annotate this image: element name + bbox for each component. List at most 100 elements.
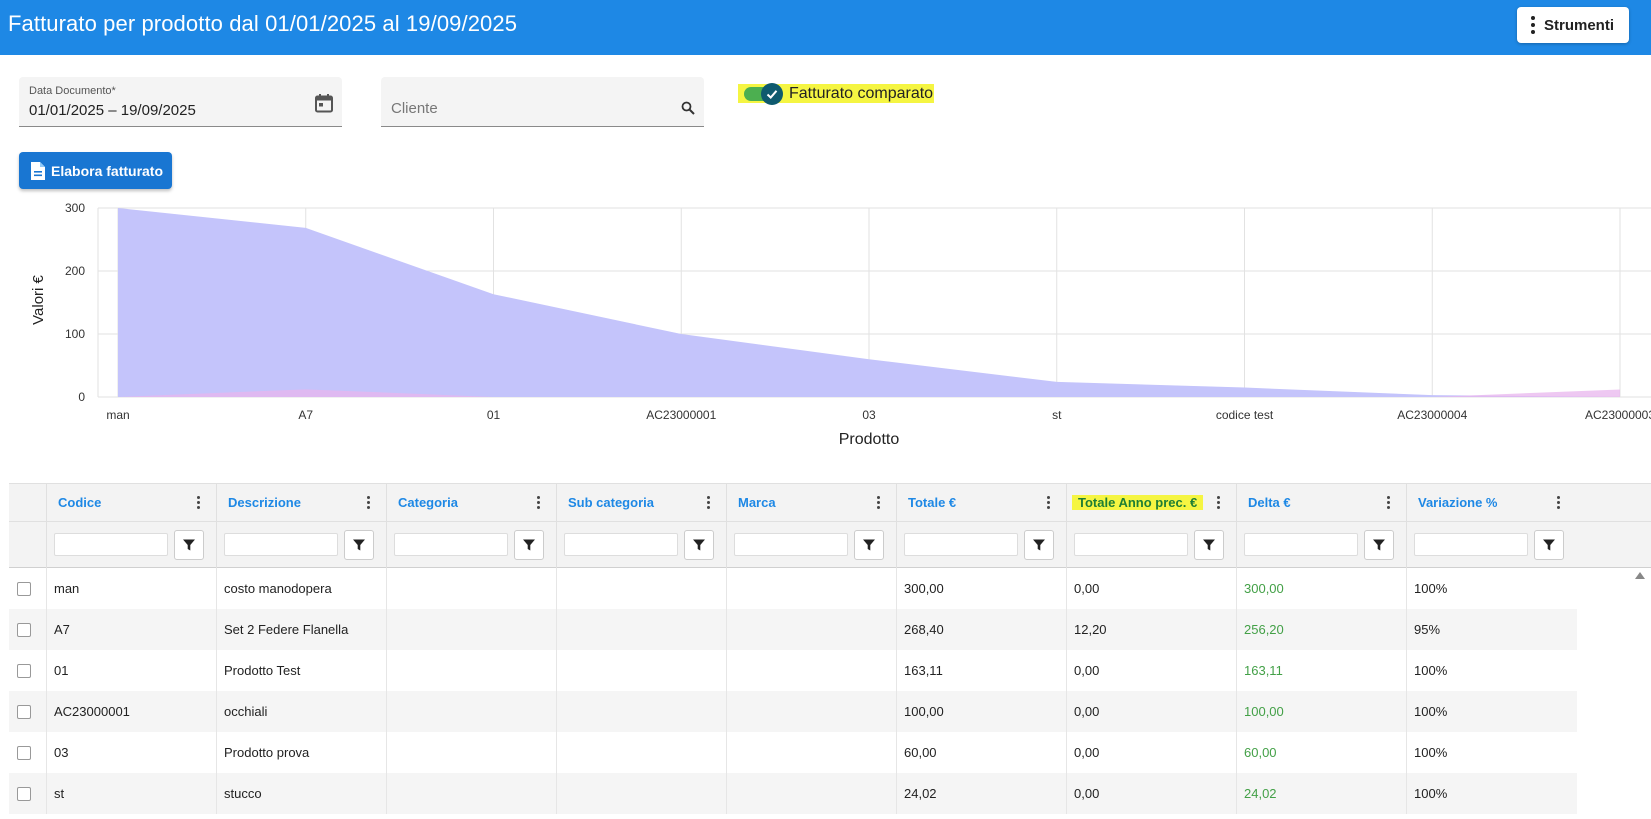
cell-prec: 0,00 bbox=[1066, 568, 1236, 609]
process-revenue-label: Elabora fatturato bbox=[51, 162, 164, 179]
revenue-area-chart: 0 100 200 300 man A7 01 AC23000001 03 st codice te… bbox=[30, 201, 1651, 448]
filter-input[interactable] bbox=[904, 533, 1018, 556]
column-filter-sub-categoria bbox=[556, 522, 726, 568]
filter-icon bbox=[1203, 539, 1215, 551]
compare-toggle[interactable]: Fatturato comparato bbox=[738, 83, 933, 105]
cell-marca bbox=[726, 732, 896, 773]
filter-input[interactable] bbox=[564, 533, 678, 556]
tools-menu-button[interactable]: Strumenti bbox=[1517, 7, 1629, 43]
column-header-descrizione[interactable]: Descrizione bbox=[216, 484, 386, 522]
filter-button[interactable] bbox=[1024, 530, 1054, 560]
column-header-codice[interactable]: Codice bbox=[46, 484, 216, 522]
filter-button[interactable] bbox=[174, 530, 204, 560]
cell-codice: man bbox=[46, 568, 216, 609]
cell-categoria bbox=[386, 773, 556, 814]
table-row[interactable]: st stucco 24,02 0,00 24,02 100% bbox=[9, 773, 1577, 814]
products-grid: Codice Descrizione Categoria Sub categoria M… bbox=[9, 483, 1651, 818]
table-row[interactable]: AC23000001 occhiali 100,00 0,00 100,00 100% bbox=[9, 691, 1577, 732]
filter-button[interactable] bbox=[684, 530, 714, 560]
table-row[interactable]: 01 Prodotto Test 163,11 0,00 163,11 100% bbox=[9, 650, 1577, 691]
column-header-label: Totale € bbox=[908, 495, 957, 510]
column-header-label: Descrizione bbox=[228, 495, 301, 510]
column-menu-icon[interactable] bbox=[197, 496, 200, 509]
x-tick-label: 01 bbox=[487, 408, 501, 422]
filter-input[interactable] bbox=[1244, 533, 1358, 556]
x-tick-label: man bbox=[106, 408, 129, 422]
column-filter-descrizione bbox=[216, 522, 386, 568]
filter-input[interactable] bbox=[224, 533, 338, 556]
cell-delta: 60,00 bbox=[1236, 732, 1406, 773]
y-tick-label: 300 bbox=[65, 201, 85, 215]
toggle-track[interactable] bbox=[744, 83, 783, 105]
app-header: Fatturato per prodotto dal 01/01/2025 al… bbox=[0, 0, 1651, 55]
cell-categoria bbox=[386, 691, 556, 732]
column-menu-icon[interactable] bbox=[707, 496, 710, 509]
column-menu-icon[interactable] bbox=[1557, 496, 1560, 509]
filter-input[interactable] bbox=[1074, 533, 1188, 556]
cell-delta: 100,00 bbox=[1236, 691, 1406, 732]
y-tick-label: 200 bbox=[65, 264, 85, 278]
row-checkbox[interactable] bbox=[17, 623, 31, 637]
column-header-variazione[interactable]: Variazione % bbox=[1406, 484, 1576, 522]
calendar-icon[interactable] bbox=[314, 93, 334, 113]
row-checkbox[interactable] bbox=[17, 582, 31, 596]
cell-prec: 0,00 bbox=[1066, 732, 1236, 773]
process-revenue-button[interactable]: Elabora fatturato bbox=[19, 152, 172, 189]
compare-toggle-label: Fatturato comparato bbox=[789, 85, 934, 102]
cell-prec: 0,00 bbox=[1066, 691, 1236, 732]
cell-descrizione: occhiali bbox=[216, 691, 386, 732]
column-header-delta[interactable]: Delta € bbox=[1236, 484, 1406, 522]
row-checkbox[interactable] bbox=[17, 787, 31, 801]
column-filter-totale-anno-prec bbox=[1066, 522, 1236, 568]
filter-input[interactable] bbox=[54, 533, 168, 556]
column-filter-categoria bbox=[386, 522, 556, 568]
column-header-label: Categoria bbox=[398, 495, 458, 510]
column-header-marca[interactable]: Marca bbox=[726, 484, 896, 522]
row-checkbox[interactable] bbox=[17, 746, 31, 760]
filter-button[interactable] bbox=[514, 530, 544, 560]
cell-descrizione: Prodotto prova bbox=[216, 732, 386, 773]
table-row[interactable]: man costo manodopera 300,00 0,00 300,00 100% bbox=[9, 568, 1577, 609]
column-header-categoria[interactable]: Categoria bbox=[386, 484, 556, 522]
filter-input[interactable] bbox=[1414, 533, 1528, 556]
column-header-label: Totale Anno prec. € bbox=[1072, 495, 1204, 510]
document-icon bbox=[31, 161, 45, 180]
filter-input[interactable] bbox=[394, 533, 508, 556]
x-tick-label: AC23000004 bbox=[1397, 408, 1467, 422]
filter-button[interactable] bbox=[1364, 530, 1394, 560]
cell-marca bbox=[726, 773, 896, 814]
cell-categoria bbox=[386, 609, 556, 650]
column-menu-icon[interactable] bbox=[877, 496, 880, 509]
table-row[interactable]: A7 Set 2 Federe Flanella 268,40 12,20 256,20… bbox=[9, 609, 1577, 650]
column-header-totale-anno-prec[interactable]: Totale Anno prec. € bbox=[1066, 484, 1236, 522]
column-header-label: Codice bbox=[58, 495, 102, 510]
column-menu-icon[interactable] bbox=[367, 496, 370, 509]
column-menu-icon[interactable] bbox=[1047, 496, 1050, 509]
filter-input[interactable] bbox=[734, 533, 848, 556]
filter-icon bbox=[353, 539, 365, 551]
column-menu-icon[interactable] bbox=[1387, 496, 1390, 509]
column-header-totale[interactable]: Totale € bbox=[896, 484, 1066, 522]
scroll-up-arrow[interactable] bbox=[1635, 572, 1645, 579]
column-menu-icon[interactable] bbox=[537, 496, 540, 509]
filter-button[interactable] bbox=[1534, 530, 1564, 560]
row-checkbox[interactable] bbox=[17, 705, 31, 719]
cell-delta: 24,02 bbox=[1236, 773, 1406, 814]
column-header-sub-categoria[interactable]: Sub categoria bbox=[556, 484, 726, 522]
check-icon bbox=[761, 83, 783, 105]
filter-button[interactable] bbox=[344, 530, 374, 560]
filter-icon bbox=[183, 539, 195, 551]
column-filter-codice bbox=[46, 522, 216, 568]
search-icon bbox=[681, 101, 695, 115]
cell-categoria bbox=[386, 568, 556, 609]
row-checkbox[interactable] bbox=[17, 664, 31, 678]
client-search-field[interactable]: Cliente bbox=[381, 77, 704, 127]
column-menu-icon[interactable] bbox=[1217, 496, 1220, 509]
x-tick-label: AC23000003 bbox=[1585, 408, 1651, 422]
more-vert-icon bbox=[1531, 16, 1535, 34]
table-row[interactable]: 03 Prodotto prova 60,00 0,00 60,00 100% bbox=[9, 732, 1577, 773]
date-range-field[interactable]: Data Documento* 01/01/2025 – 19/09/2025 bbox=[19, 77, 342, 127]
filter-button[interactable] bbox=[854, 530, 884, 560]
filter-button[interactable] bbox=[1194, 530, 1224, 560]
date-range-value: 01/01/2025 – 19/09/2025 bbox=[29, 102, 196, 119]
